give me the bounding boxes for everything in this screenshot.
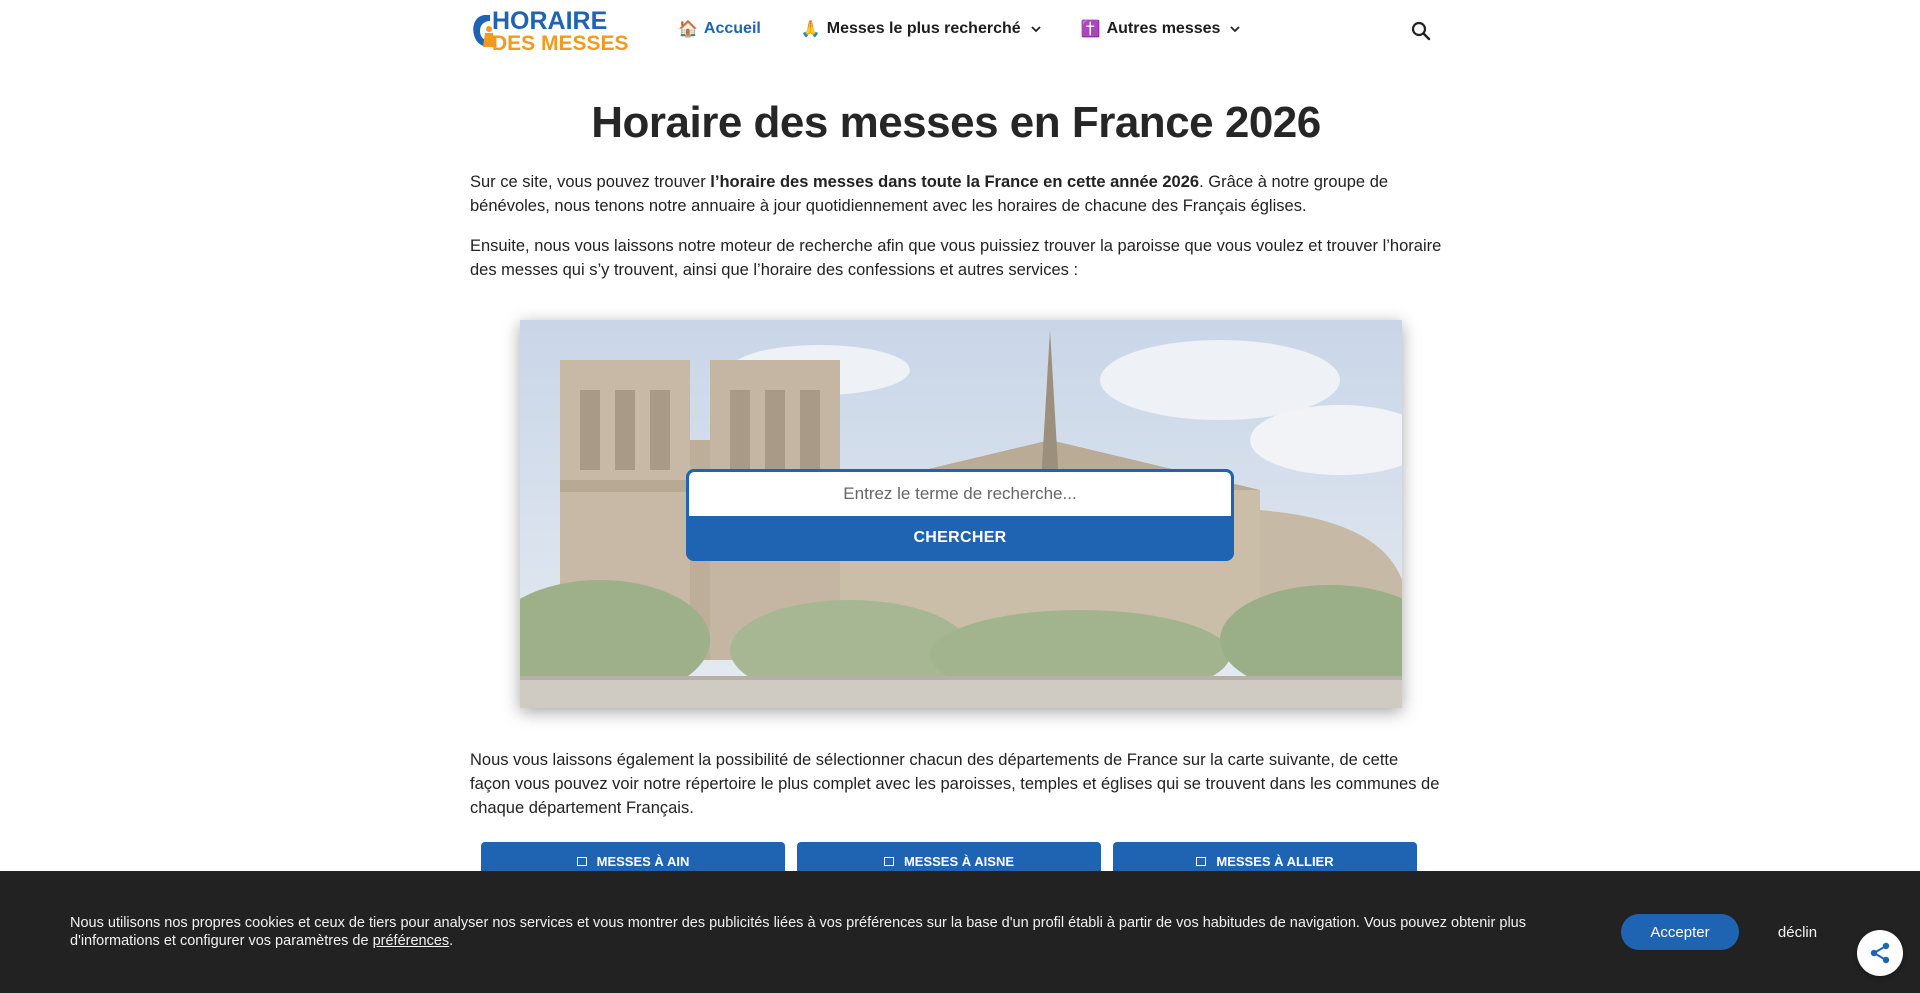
cookie-text: Nous utilisons nos propres cookies et ce…: [70, 914, 1570, 950]
chevron-down-icon: [1031, 26, 1041, 33]
preferences-link[interactable]: préférences: [373, 933, 450, 949]
logo-mark-icon: [473, 15, 495, 47]
decline-cookies-button[interactable]: déclin: [1760, 914, 1835, 950]
search-form: CHERCHER: [686, 469, 1234, 561]
nav-item-messes-recherche[interactable]: 🙏 Messes le plus recherché: [801, 19, 1041, 39]
square-icon: [576, 857, 587, 866]
house-icon: 🏠: [678, 21, 698, 38]
dept-label: MESSES À ALLIER: [1216, 854, 1334, 869]
search-input[interactable]: [689, 472, 1231, 516]
logo-line2: DES MESSES: [492, 31, 629, 55]
nav-label: Accueil: [703, 20, 761, 37]
page-title: Horaire des messes en France 2026: [591, 98, 1321, 147]
search-paragraph: Ensuite, nous vous laissons notre moteur…: [470, 237, 1442, 279]
accept-cookies-button[interactable]: Accepter: [1621, 914, 1739, 950]
search-button[interactable]: CHERCHER: [689, 516, 1231, 558]
nav-label: Autres messes: [1106, 20, 1221, 37]
cookie-end: .: [449, 933, 454, 949]
site-logo[interactable]: HORAIRE DES MESSES: [470, 6, 638, 55]
cookie-banner: Nous utilisons nos propres cookies et ce…: [0, 871, 1920, 993]
praying-hands-icon: 🙏: [800, 21, 821, 38]
intro-paragraph: Sur ce site, vous pouvez trouver l’horai…: [470, 170, 1442, 218]
square-icon: [1196, 857, 1207, 866]
main-nav: 🏠 Accueil 🙏 Messes le plus recherché ✝️ …: [678, 19, 1280, 39]
main-content: Horaire des messes en France 2026 Sur ce…: [470, 62, 1442, 282]
search-icon[interactable]: [1410, 20, 1432, 42]
chevron-down-icon: [1230, 26, 1241, 33]
share-icon: [1870, 942, 1890, 964]
cookie-message: Nous utilisons nos propres cookies et ce…: [70, 915, 1526, 949]
intro-bold: l’horaire des messes dans toute la Franc…: [710, 173, 1200, 191]
page: HORAIRE DES MESSES 🏠 Accueil 🙏 Messes le…: [0, 0, 1920, 993]
dept-label: MESSES À AIN: [596, 854, 690, 869]
dept-label: MESSES À AISNE: [903, 854, 1015, 869]
cross-icon: ✝️: [1080, 21, 1101, 38]
nav-item-accueil[interactable]: 🏠 Accueil: [678, 19, 761, 39]
intro-text: Sur ce site, vous pouvez trouver: [470, 173, 711, 191]
square-icon: [883, 857, 894, 866]
nav-item-autres-messes[interactable]: ✝️ Autres messes: [1081, 19, 1241, 39]
departments-paragraph: Nous vous laissons également la possibil…: [470, 751, 1440, 817]
nav-label: Messes le plus recherché: [826, 20, 1021, 37]
share-button[interactable]: [1857, 930, 1903, 976]
logo-line1: HORAIRE: [492, 6, 608, 35]
site-header: HORAIRE DES MESSES 🏠 Accueil 🙏 Messes le…: [0, 0, 1920, 62]
